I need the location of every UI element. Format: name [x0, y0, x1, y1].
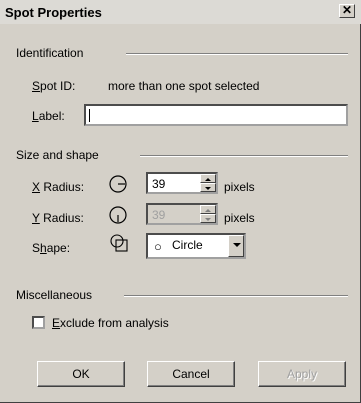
shape-icon	[110, 234, 128, 252]
y-radius-label: Y Radius:	[32, 211, 84, 225]
text-caret	[89, 109, 90, 122]
close-button[interactable]: ✕	[339, 4, 355, 18]
ok-button[interactable]: OK	[37, 361, 125, 387]
x-radius-value: 39	[152, 177, 166, 191]
spot-properties-dialog: Spot Properties ✕ Identification Spot ID…	[0, 0, 361, 403]
y-radius-icon	[109, 206, 127, 224]
shape-label: Shape:	[32, 241, 71, 255]
shape-dropdown-button[interactable]	[228, 235, 244, 257]
x-radius-label: X Radius:	[32, 180, 85, 194]
label-input[interactable]	[84, 104, 348, 126]
apply-button[interactable]: Apply	[258, 361, 346, 387]
title-bar: Spot Properties ✕	[0, 0, 361, 24]
spin-up-icon	[205, 178, 211, 181]
y-radius-unit: pixels	[224, 211, 255, 225]
y-radius-value: 39	[152, 208, 166, 222]
circle-shape-icon: ○	[154, 239, 162, 254]
identification-group-label: Identification	[16, 46, 84, 60]
size-shape-group-label: Size and shape	[16, 148, 99, 162]
x-radius-spin-up[interactable]	[200, 174, 216, 183]
spot-id-label: Spot ID:	[32, 79, 76, 93]
exclude-label[interactable]: Exclude from analysis	[52, 316, 169, 330]
spot-id-value: more than one spot selected	[108, 79, 260, 93]
misc-divider	[124, 295, 348, 297]
dropdown-arrow-icon	[233, 243, 241, 247]
label-field-label: Label:	[32, 109, 65, 123]
y-radius-spin-up[interactable]	[200, 205, 216, 214]
x-radius-icon	[109, 175, 127, 193]
x-radius-unit: pixels	[224, 180, 255, 194]
misc-group-label: Miscellaneous	[16, 288, 93, 302]
identification-divider	[126, 53, 348, 55]
shape-selected-value: Circle	[172, 238, 203, 252]
spin-down-icon	[205, 218, 211, 221]
spin-down-icon	[205, 187, 211, 190]
x-radius-spin-down[interactable]	[200, 183, 216, 192]
y-radius-spinner[interactable]: 39	[146, 203, 218, 225]
y-radius-spin-down[interactable]	[200, 214, 216, 223]
exclude-checkbox[interactable]	[32, 316, 45, 329]
x-radius-spinner[interactable]: 39	[146, 172, 218, 194]
shape-dropdown[interactable]: ○ Circle	[146, 233, 246, 259]
cancel-button[interactable]: Cancel	[147, 361, 235, 387]
spin-up-icon	[205, 209, 211, 212]
size-shape-divider	[140, 155, 348, 157]
dialog-title: Spot Properties	[5, 5, 102, 20]
close-icon: ✕	[341, 3, 353, 17]
